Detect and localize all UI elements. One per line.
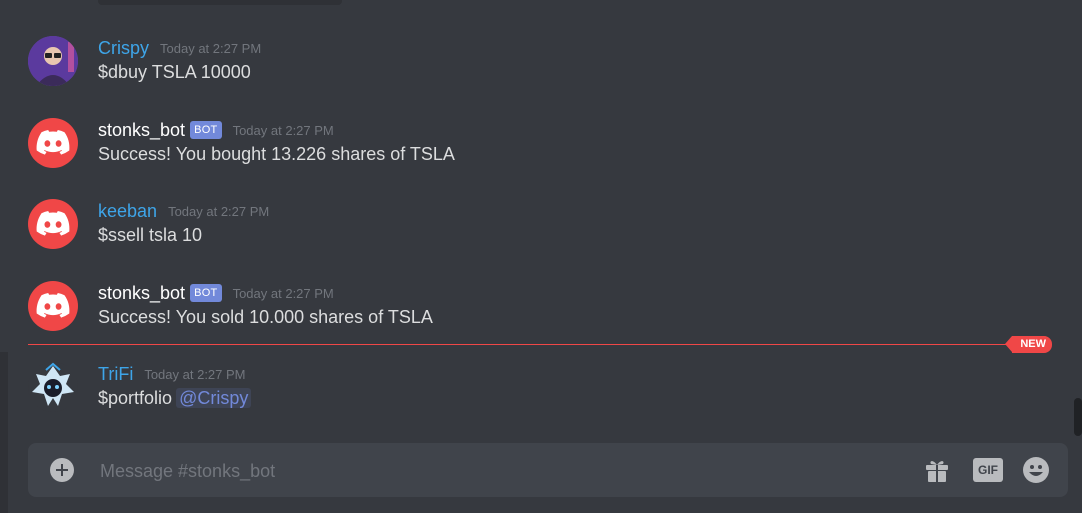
message-content: $dbuy TSLA 10000 — [98, 62, 251, 82]
username[interactable]: TriFi — [98, 364, 133, 385]
message-content: Success! You bought 13.226 shares of TSL… — [98, 144, 455, 164]
message-composer: GIF — [28, 443, 1068, 499]
new-badge: NEW — [1005, 336, 1052, 353]
message-text: $portfolio — [98, 388, 173, 408]
timestamp[interactable]: Today at 2:27 PM — [160, 41, 261, 56]
new-messages-divider: NEW — [28, 336, 1052, 353]
gif-icon: GIF — [973, 458, 1003, 482]
message-item: TriFi Today at 2:27 PM $portfolio @Crispy — [0, 362, 1070, 424]
message-header: stonks_bot BOT Today at 2:27 PM — [98, 118, 334, 142]
message-input[interactable] — [98, 443, 882, 499]
timestamp[interactable]: Today at 2:27 PM — [168, 204, 269, 219]
timestamp[interactable]: Today at 2:27 PM — [233, 286, 334, 301]
message-list: Crispy Today at 2:27 PM $dbuy TSLA 10000… — [0, 0, 1070, 440]
message-item: keeban Today at 2:27 PM $ssell tsla 10 — [0, 199, 1070, 261]
add-attachment-icon[interactable] — [50, 458, 74, 482]
discord-logo-icon[interactable] — [28, 118, 78, 168]
message-content: $portfolio @Crispy — [98, 388, 252, 409]
user-mention[interactable]: @Crispy — [176, 388, 252, 408]
gift-icon[interactable] — [923, 456, 951, 484]
message-item: stonks_bot BOT Today at 2:27 PM Success!… — [0, 281, 1070, 343]
gif-button[interactable]: GIF — [972, 456, 1004, 484]
discord-logo-icon[interactable] — [28, 281, 78, 331]
bot-tag: BOT — [190, 121, 222, 139]
username[interactable]: Crispy — [98, 38, 149, 59]
user-avatar[interactable] — [28, 36, 78, 86]
timestamp[interactable]: Today at 2:27 PM — [233, 123, 334, 138]
scrollbar-thumb[interactable] — [1074, 398, 1082, 436]
message-header: TriFi Today at 2:27 PM — [98, 362, 246, 386]
discord-logo-icon[interactable] — [28, 199, 78, 249]
username[interactable]: keeban — [98, 201, 157, 222]
message-item: Crispy Today at 2:27 PM $dbuy TSLA 10000 — [0, 36, 1070, 98]
message-header: stonks_bot BOT Today at 2:27 PM — [98, 281, 334, 305]
message-header: keeban Today at 2:27 PM — [98, 199, 269, 223]
emoji-icon[interactable] — [1022, 456, 1050, 484]
message-item: stonks_bot BOT Today at 2:27 PM Success!… — [0, 118, 1070, 180]
message-content: $ssell tsla 10 — [98, 225, 203, 245]
bot-tag: BOT — [190, 284, 222, 302]
timestamp[interactable]: Today at 2:27 PM — [144, 367, 245, 382]
username[interactable]: stonks_bot — [98, 283, 185, 304]
user-avatar[interactable] — [28, 362, 78, 412]
message-header: Crispy Today at 2:27 PM — [98, 36, 261, 60]
message-content: Success! You sold 10.000 shares of TSLA — [98, 307, 433, 327]
username[interactable]: stonks_bot — [98, 120, 185, 141]
